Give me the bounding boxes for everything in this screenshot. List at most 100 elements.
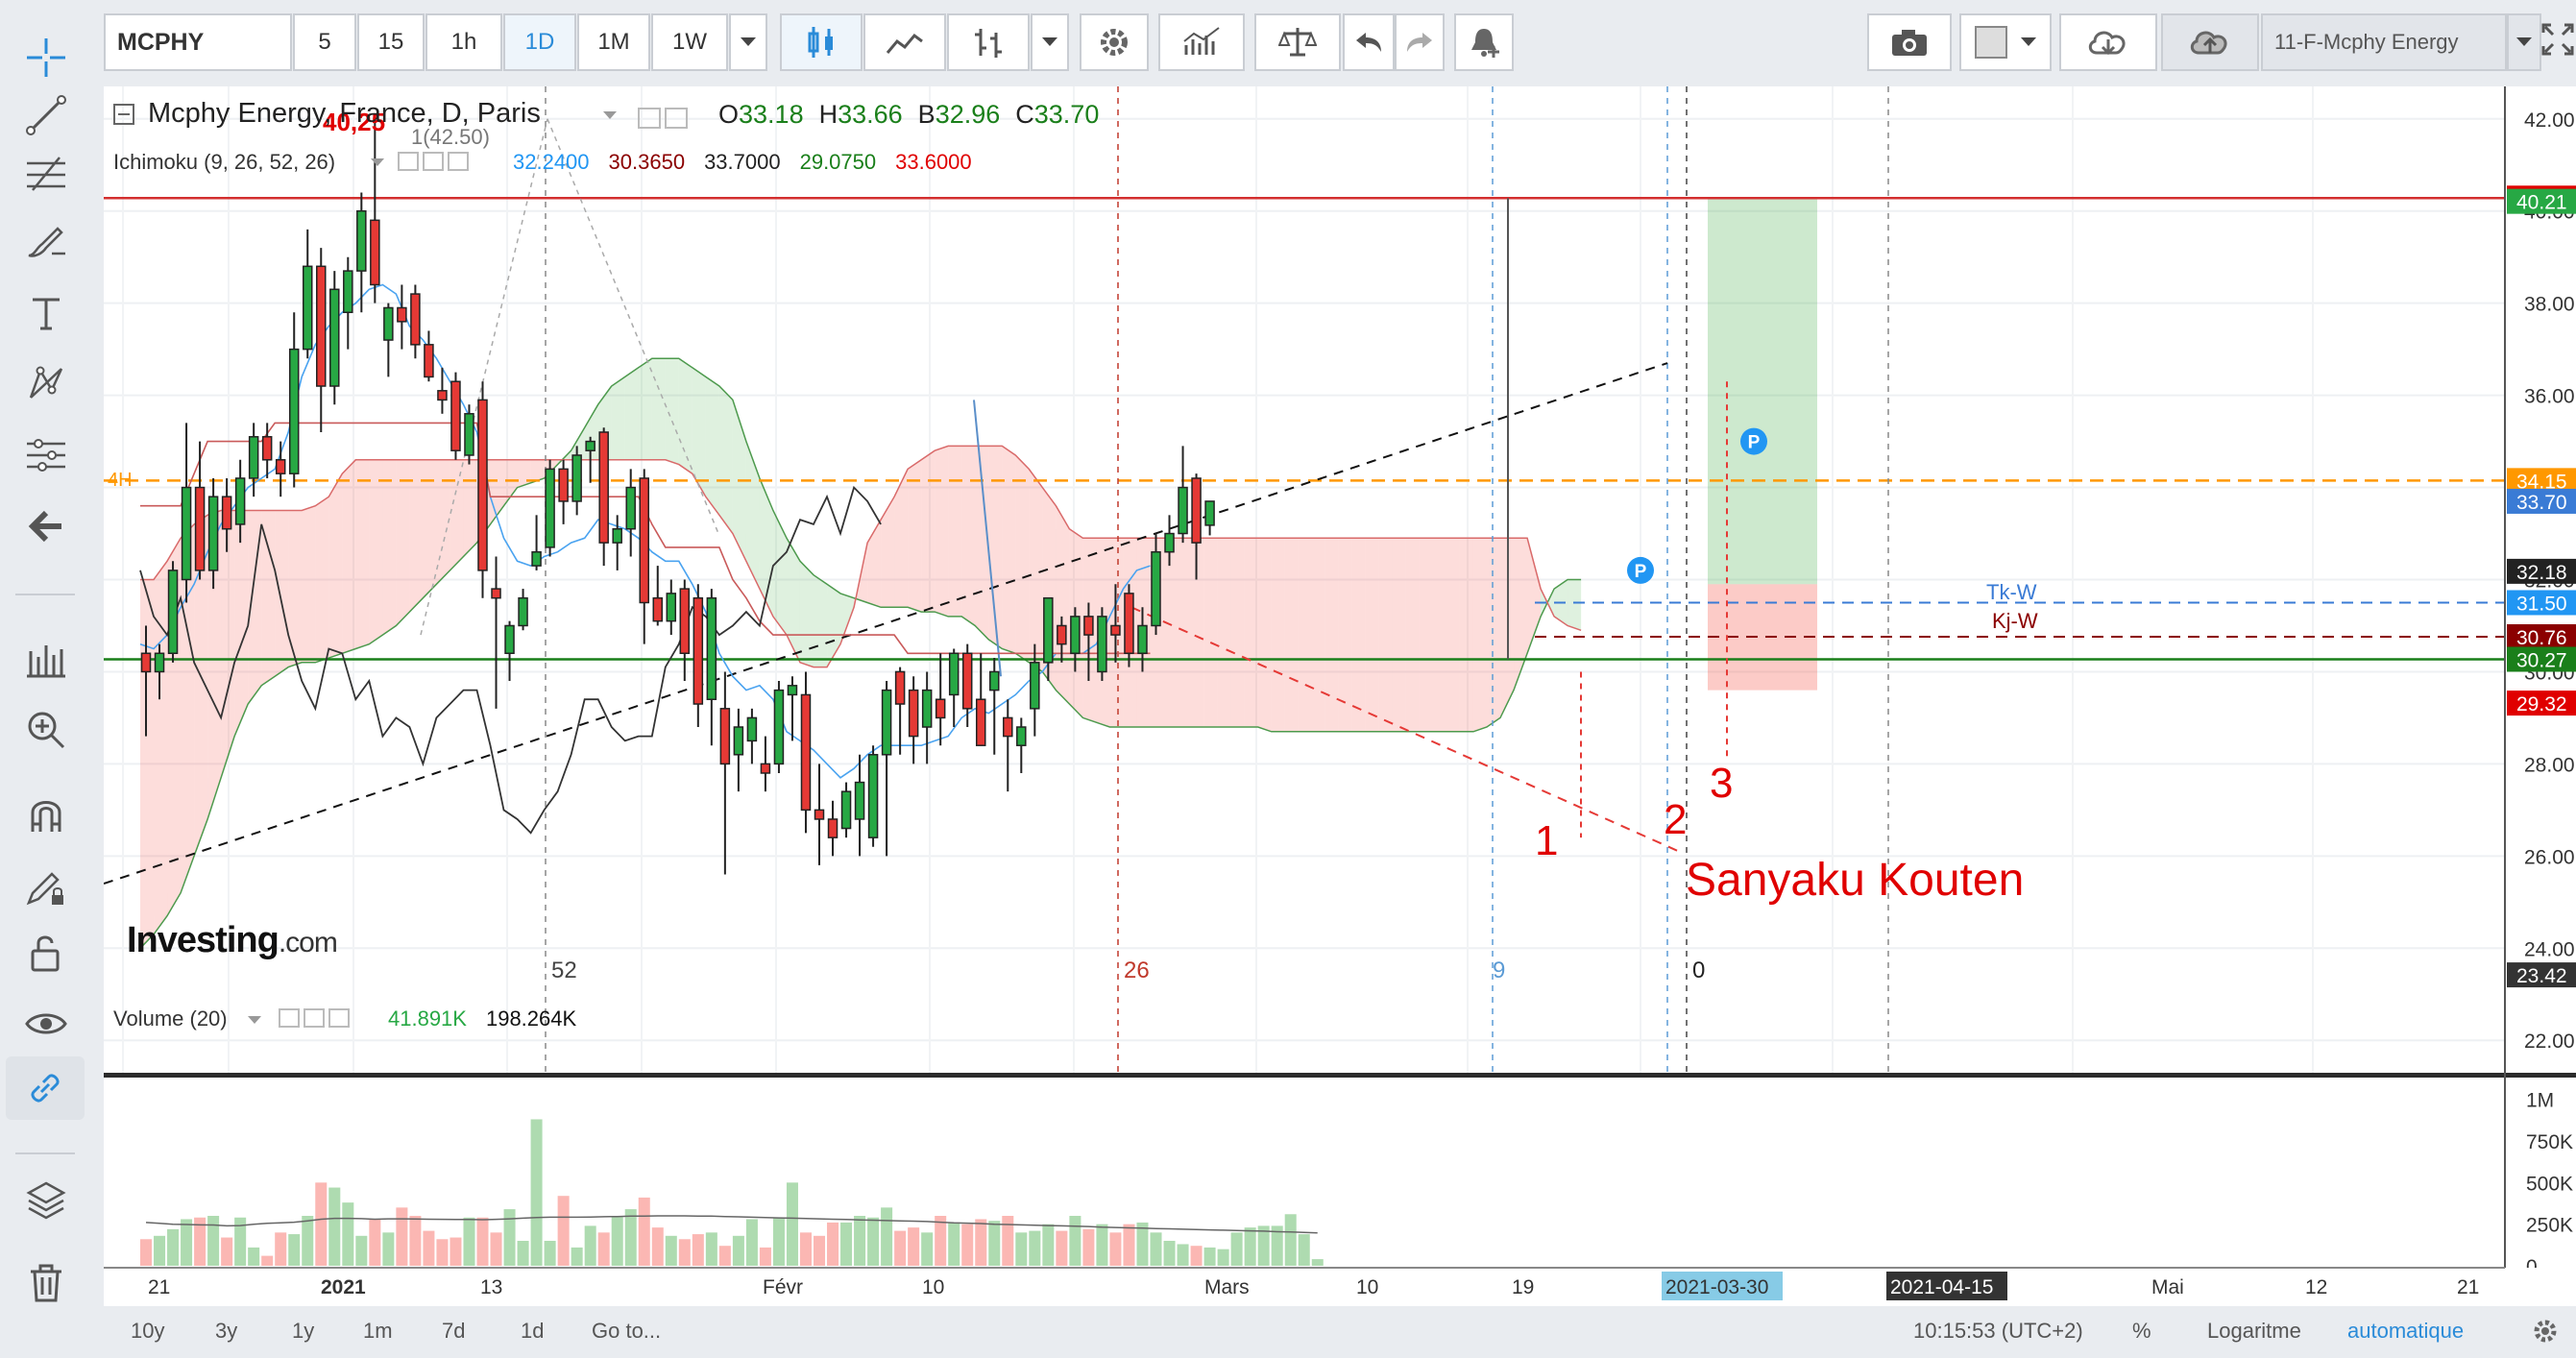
- kumo-cloud-segment: [624, 367, 639, 460]
- chart-area[interactable]: P P 40,25 1(42.50) 4H 1 2 3 Sanyaku Kouten Tk-W Kj…: [103, 86, 2576, 1306]
- fullscreen-button[interactable]: [2541, 23, 2576, 61]
- chevron-down-icon[interactable]: [248, 1016, 261, 1026]
- chevron-down-icon: [2516, 37, 2532, 46]
- pattern-tool[interactable]: [0, 355, 91, 413]
- interval-5[interactable]: 5: [293, 13, 356, 71]
- candle-body: [1204, 500, 1215, 526]
- fibonacci-tool[interactable]: [0, 144, 91, 202]
- percent-toggle[interactable]: %: [2132, 1312, 2151, 1350]
- compare-button[interactable]: [1254, 13, 1341, 71]
- volume-bar: [382, 1232, 395, 1266]
- gear-icon[interactable]: [423, 152, 444, 171]
- chevron-down-icon[interactable]: [371, 158, 384, 168]
- eye-icon[interactable]: [398, 152, 419, 171]
- interval-dropdown[interactable]: [729, 13, 767, 71]
- remove-drawings-tool[interactable]: [0, 1254, 91, 1312]
- chart-settings-button[interactable]: [2532, 1312, 2559, 1350]
- close-icon[interactable]: [448, 152, 469, 171]
- symbol-search[interactable]: MCPHY: [104, 13, 292, 71]
- candle-body: [234, 477, 246, 525]
- ohlc-open: O33.18: [718, 100, 804, 129]
- trendline-tool[interactable]: [0, 86, 91, 144]
- zoom-tool[interactable]: [0, 701, 91, 759]
- interval-1h[interactable]: 1h: [425, 13, 502, 71]
- candle-body: [329, 288, 340, 387]
- candle-body: [1151, 550, 1161, 627]
- price-tag-label: 33.70: [2516, 492, 2567, 514]
- brush-tool[interactable]: [0, 213, 91, 271]
- candles-style-button[interactable]: [780, 13, 863, 71]
- gear-icon[interactable]: [304, 1008, 325, 1028]
- range-1m[interactable]: 1m: [363, 1312, 393, 1350]
- range-3y[interactable]: 3y: [215, 1312, 237, 1350]
- kumo-cloud-segment: [1177, 538, 1191, 728]
- volume-bar: [517, 1241, 529, 1266]
- bars-style-button[interactable]: [947, 13, 1030, 71]
- layout-name[interactable]: 11-F-Mcphy Energy: [2261, 13, 2507, 71]
- candle-body: [908, 689, 919, 738]
- gear-icon[interactable]: [665, 108, 688, 129]
- range-1y[interactable]: 1y: [292, 1312, 314, 1350]
- snapshot-button[interactable]: [1867, 13, 1952, 71]
- link-tool[interactable]: [6, 1056, 85, 1120]
- redo-button[interactable]: [1395, 13, 1445, 71]
- unlock-tool[interactable]: [0, 924, 91, 982]
- alert-button[interactable]: [1454, 13, 1514, 71]
- layers-tool[interactable]: [0, 1172, 91, 1229]
- candle-body: [207, 496, 219, 571]
- volume-bar: [396, 1207, 408, 1266]
- candle-body: [464, 413, 474, 456]
- range-7d[interactable]: 7d: [442, 1312, 465, 1350]
- interval-1w[interactable]: 1W: [651, 13, 728, 71]
- price-tag-label: 32.18: [2516, 562, 2567, 584]
- volume-settings-icons: [279, 1008, 350, 1028]
- volume-bar: [678, 1239, 691, 1266]
- candle-body: [814, 809, 825, 820]
- chevron-down-icon[interactable]: [603, 111, 617, 121]
- interval-1d[interactable]: 1D: [503, 13, 576, 71]
- candle-body: [894, 670, 906, 705]
- volume-tick-label: 750K: [2526, 1131, 2573, 1153]
- visibility-tool[interactable]: [0, 995, 91, 1053]
- ichimoku-label: Ichimoku (9, 26, 52, 26): [113, 150, 336, 174]
- cloud-upload-icon: [2190, 31, 2227, 55]
- goto-date[interactable]: Go to...: [592, 1312, 661, 1350]
- candle-body: [1110, 624, 1121, 636]
- icon-tool[interactable]: [0, 630, 91, 688]
- auto-scale-toggle[interactable]: automatique: [2347, 1312, 2464, 1350]
- eye-icon[interactable]: [279, 1008, 300, 1028]
- magnet-tool[interactable]: [0, 788, 91, 845]
- log-toggle[interactable]: Logaritme: [2207, 1312, 2301, 1350]
- indicators-button[interactable]: [1158, 13, 1245, 71]
- load-layout-button[interactable]: [2059, 13, 2157, 71]
- eye-icon[interactable]: [638, 108, 661, 129]
- price-tick-label: 26.00: [2524, 846, 2575, 868]
- volume-bar: [881, 1207, 893, 1266]
- candle-body: [840, 790, 852, 830]
- close-icon[interactable]: [328, 1008, 350, 1028]
- layout-dropdown[interactable]: [2507, 13, 2541, 71]
- lock-drawings-tool[interactable]: [0, 859, 91, 916]
- volume-bar: [1284, 1214, 1297, 1266]
- interval-1m[interactable]: 1M: [577, 13, 650, 71]
- interval-15[interactable]: 15: [357, 13, 425, 71]
- undo-button[interactable]: [1343, 13, 1395, 71]
- settings-button[interactable]: [1080, 13, 1149, 71]
- range-10y[interactable]: 10y: [131, 1312, 164, 1350]
- kumo-cloud-segment: [678, 358, 693, 474]
- line-style-button[interactable]: [863, 13, 946, 71]
- kumo-cloud-segment: [140, 579, 155, 949]
- area-chart-icon: [886, 33, 923, 54]
- text-tool[interactable]: [0, 284, 91, 342]
- range-1d[interactable]: 1d: [521, 1312, 544, 1350]
- measure-tool[interactable]: [0, 426, 91, 484]
- top-toolbar: MCPHY 5 15 1h 1D 1M 1W 11-F-Mcphy Energy: [0, 0, 2576, 86]
- chart-canvas[interactable]: PP40,251(42.50)4H1 23Sanyaku KoutenTk-WKj…: [103, 86, 2576, 1306]
- collapse-legend-button[interactable]: [113, 104, 134, 125]
- back-tool[interactable]: [0, 497, 91, 555]
- save-layout-button[interactable]: [2161, 13, 2259, 71]
- color-picker-button[interactable]: [1959, 13, 2052, 71]
- crosshair-tool[interactable]: [0, 29, 91, 86]
- chart-type-dropdown[interactable]: [1031, 13, 1069, 71]
- candle-body: [477, 399, 488, 571]
